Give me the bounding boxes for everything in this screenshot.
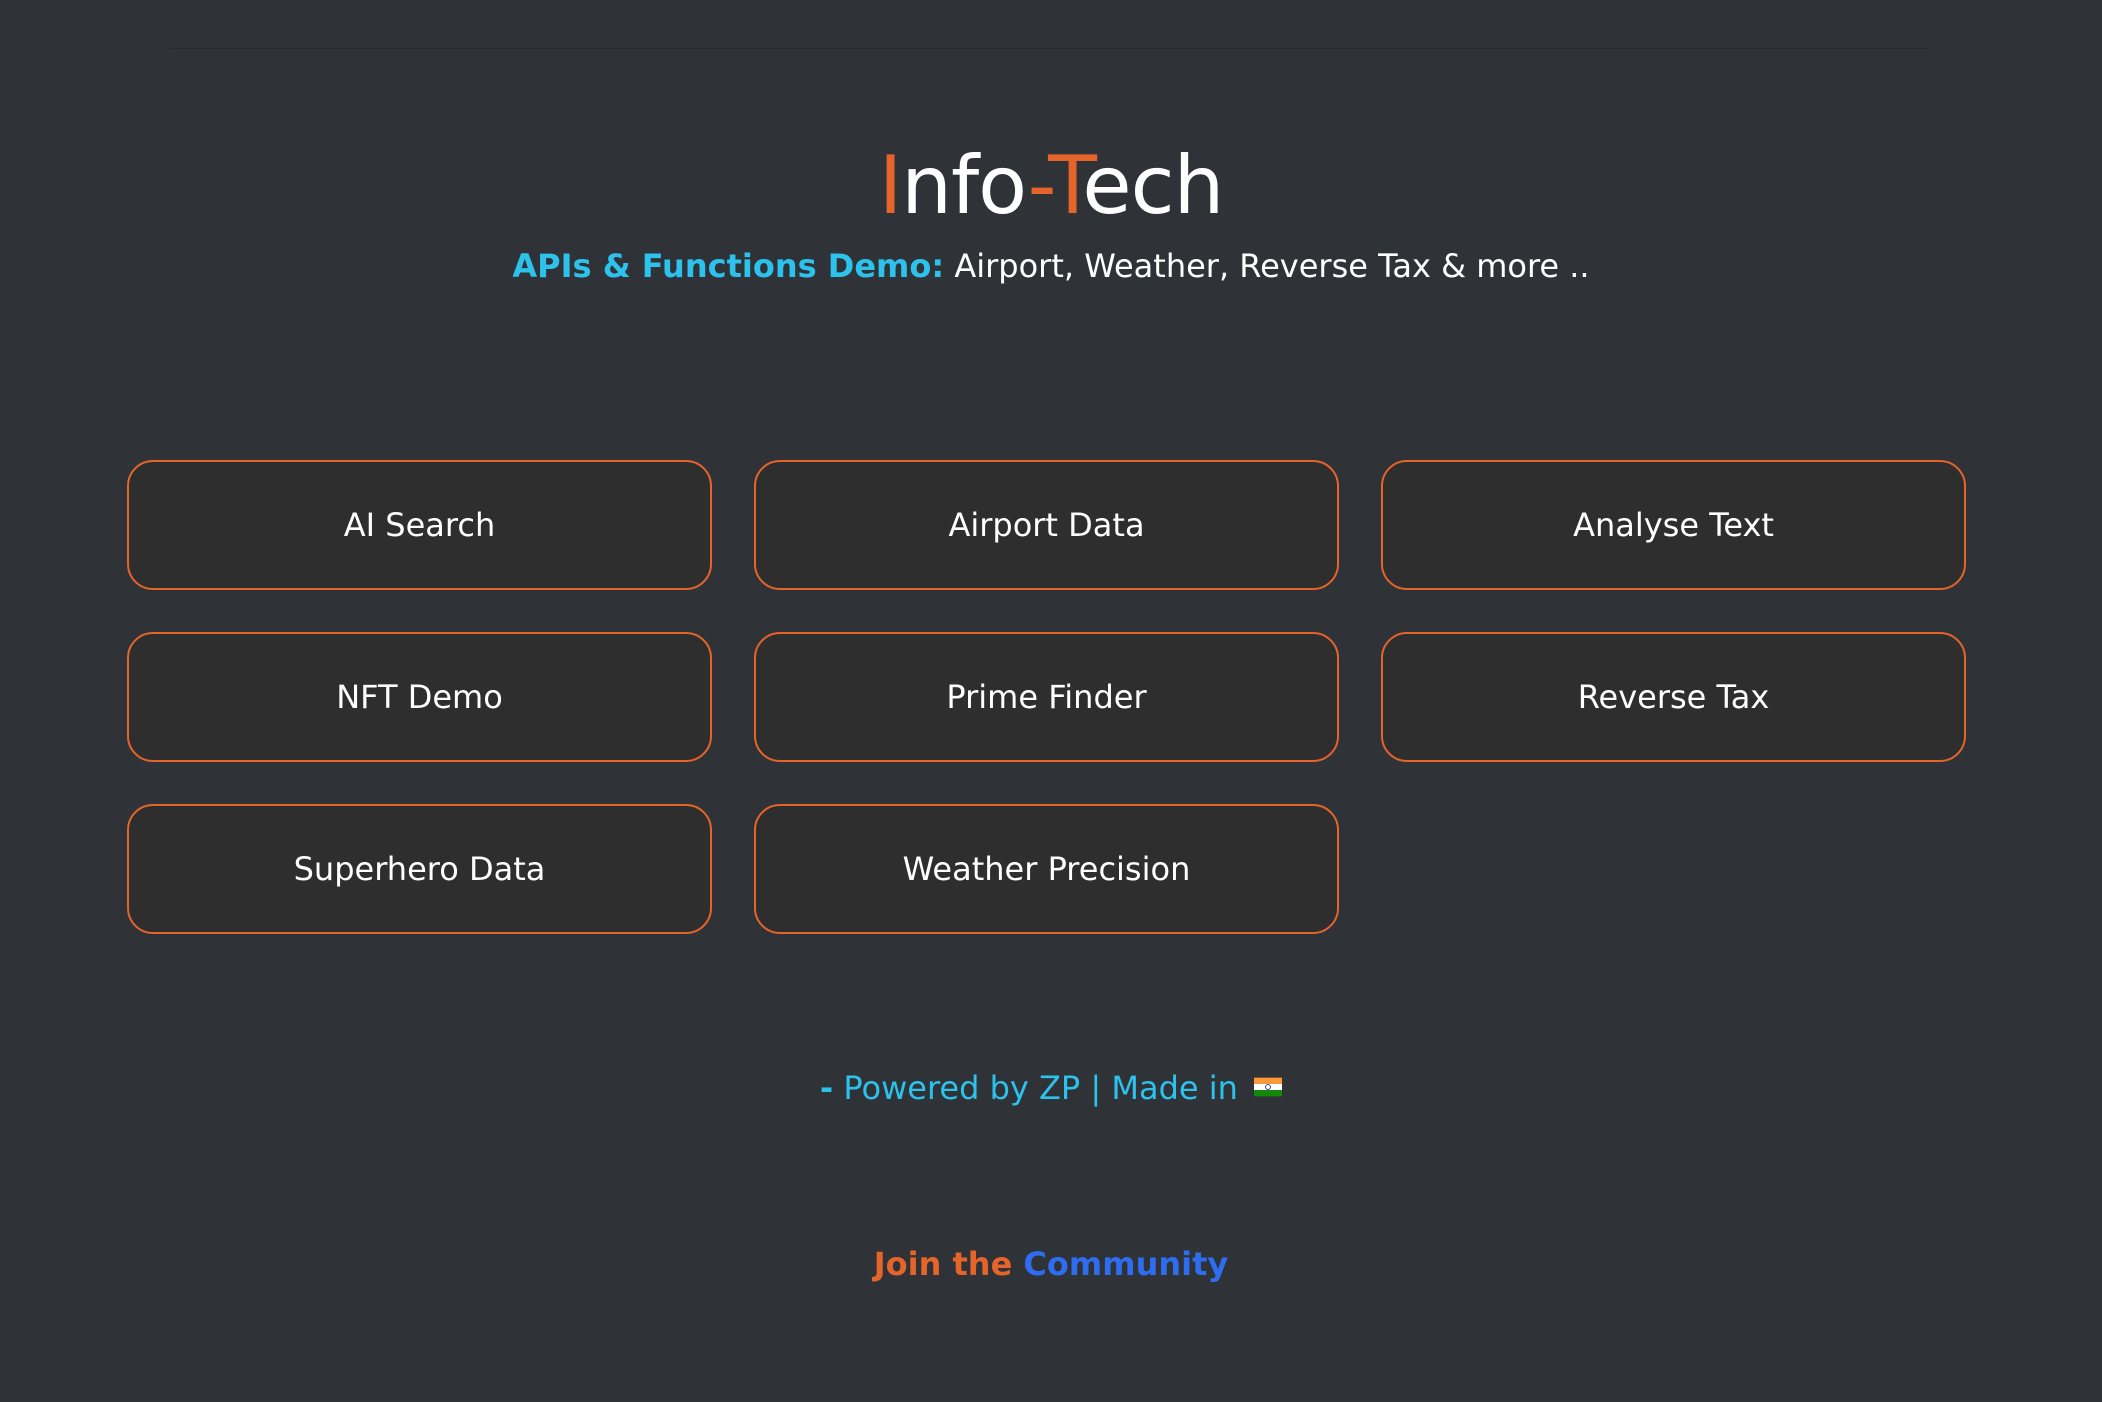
title-text-1: nfo <box>901 138 1028 232</box>
top-divider <box>170 48 1930 49</box>
title-letter-t: T <box>1048 138 1083 232</box>
ai-search-button[interactable]: AI Search <box>127 460 712 590</box>
superhero-data-button[interactable]: Superhero Data <box>127 804 712 934</box>
footer-dash: - <box>819 1069 834 1107</box>
nft-demo-button[interactable]: NFT Demo <box>127 632 712 762</box>
join-community: Join the Community <box>0 1242 2102 1286</box>
subtitle-text: Airport, Weather, Reverse Tax & more .. <box>944 247 1590 285</box>
weather-precision-button[interactable]: Weather Precision <box>754 804 1339 934</box>
title-letter-i: I <box>878 138 903 232</box>
page: Info-Tech APIs & Functions Demo: Airport… <box>0 0 2102 1402</box>
title-text-2: ech <box>1082 138 1224 232</box>
airport-data-button[interactable]: Airport Data <box>754 460 1339 590</box>
demo-button-grid: AI Search Airport Data Analyse Text NFT … <box>127 460 1967 934</box>
reverse-tax-button[interactable]: Reverse Tax <box>1381 632 1966 762</box>
prime-finder-button[interactable]: Prime Finder <box>754 632 1339 762</box>
subtitle-lead: APIs & Functions Demo: <box>512 247 945 285</box>
india-flag-icon <box>1254 1077 1283 1097</box>
footer-credit: - Powered by ZP | Made in <box>0 1066 2102 1110</box>
footer-text: Powered by ZP | Made in <box>833 1069 1249 1107</box>
community-link[interactable]: Community <box>1023 1245 1228 1283</box>
join-text: Join the <box>873 1245 1024 1283</box>
page-title: Info-Tech <box>0 136 2102 236</box>
analyse-text-button[interactable]: Analyse Text <box>1381 460 1966 590</box>
title-hyphen: - <box>1027 138 1050 232</box>
page-subtitle: APIs & Functions Demo: Airport, Weather,… <box>0 244 2102 288</box>
